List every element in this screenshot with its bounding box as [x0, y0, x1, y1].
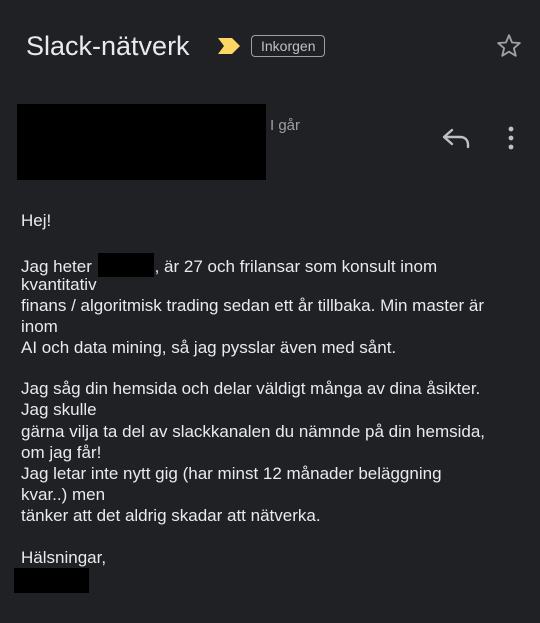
- message-timestamp: I går: [270, 117, 301, 134]
- body-line: Jag skulle: [21, 400, 97, 419]
- body-line: AI och data mining, så jag pysslar även …: [21, 338, 397, 357]
- sender-redacted: [17, 104, 266, 180]
- message-header: Slack-nätverk Inkorgen: [0, 0, 540, 90]
- body-line: finans / algoritmisk trading sedan ett å…: [21, 296, 484, 315]
- name-redacted: [97, 253, 154, 277]
- reply-icon[interactable]: [440, 124, 472, 152]
- greeting: Hej!: [21, 211, 52, 230]
- body-line: Jag letar inte nytt gig (har minst 12 må…: [21, 464, 442, 483]
- body-line: Jag såg din hemsida och delar väldigt må…: [21, 379, 481, 398]
- importance-marker-icon[interactable]: [217, 37, 241, 55]
- body-line: inom: [21, 317, 58, 336]
- signature-redacted: [14, 568, 89, 593]
- subject-title: Slack-nätverk: [26, 31, 190, 61]
- body-line: om jag får!: [21, 443, 102, 462]
- closing: Hälsningar,: [21, 548, 107, 567]
- intro-after: , är 27 och frilansar som konsult inom: [154, 257, 438, 276]
- more-vert-icon[interactable]: [500, 124, 522, 152]
- star-icon[interactable]: [495, 32, 523, 60]
- body-line: kvar..) men: [21, 485, 106, 504]
- body-line: tänker att det aldrig skadar att nätverk…: [21, 506, 321, 525]
- body-line: kvantitativ: [21, 275, 97, 294]
- body-line: gärna vilja ta del av slackkanalen du nä…: [21, 422, 486, 441]
- label-chip-inbox[interactable]: Inkorgen: [251, 35, 326, 57]
